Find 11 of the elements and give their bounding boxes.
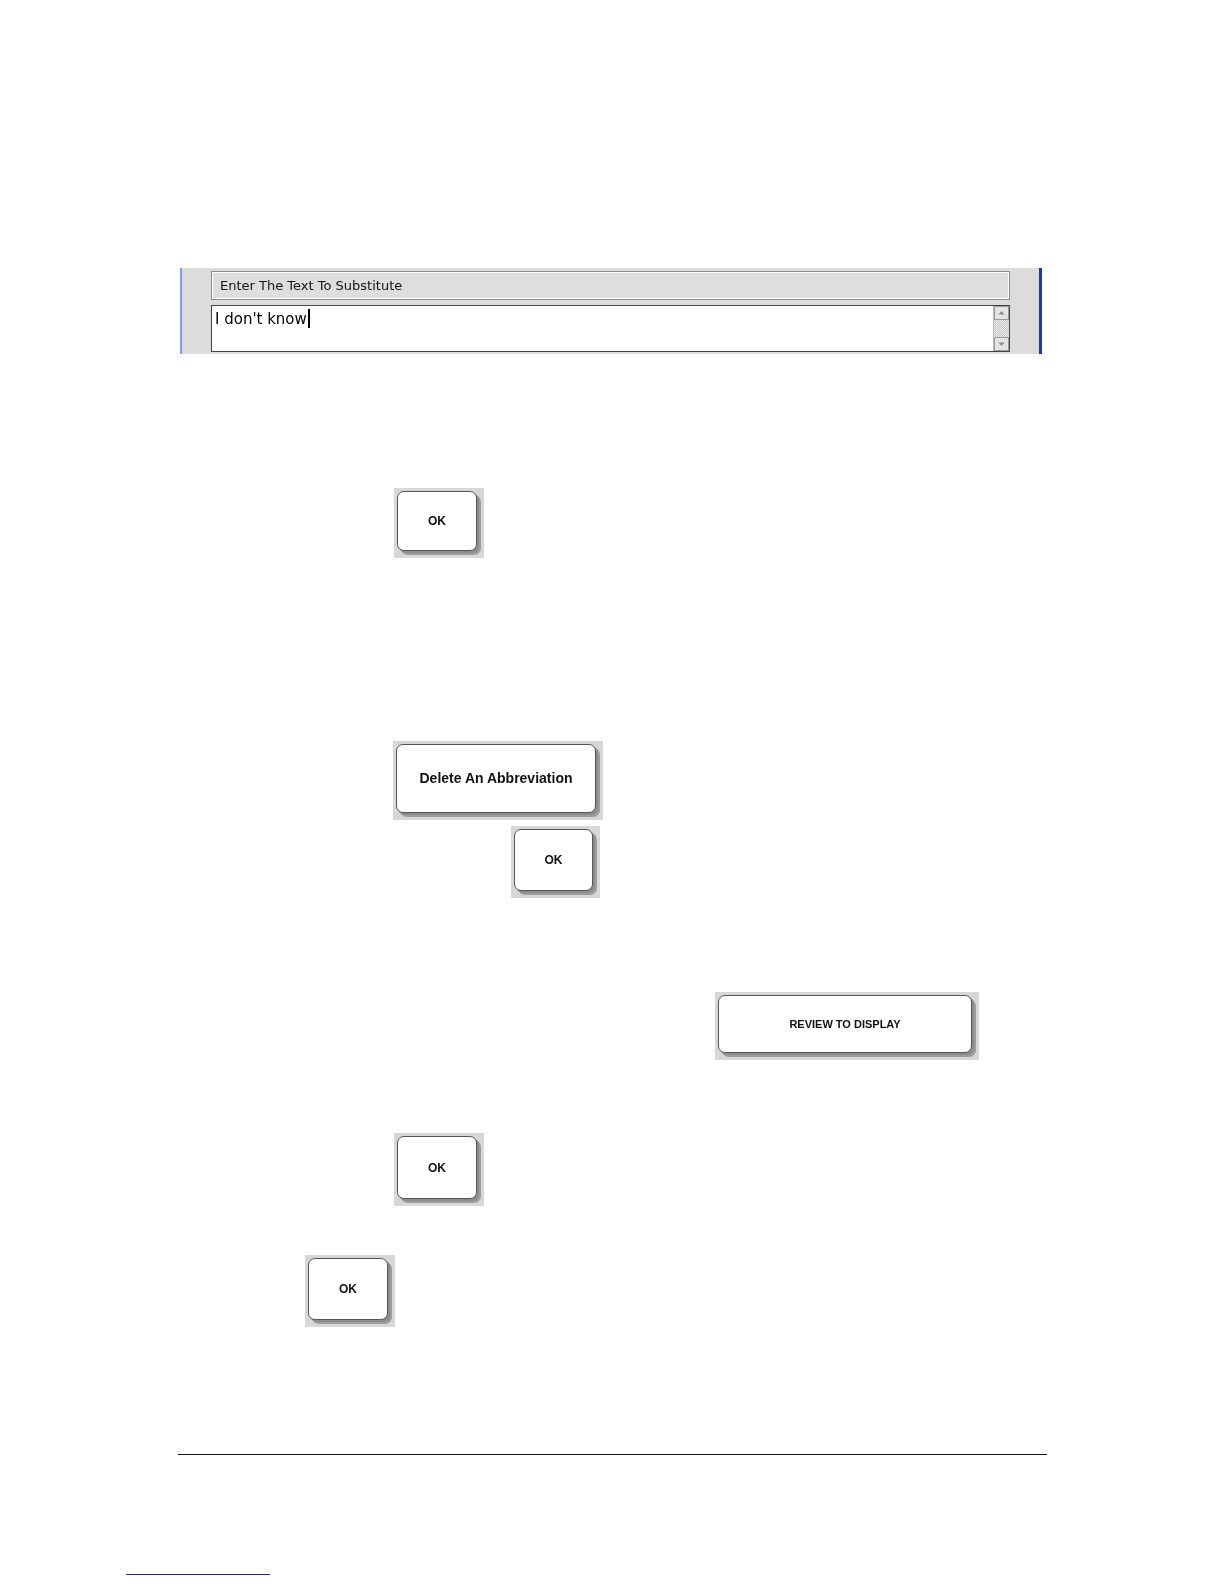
text-area[interactable]: I don't know xyxy=(211,305,1010,352)
scroll-down-icon[interactable] xyxy=(994,337,1009,351)
delete-abbreviation-button[interactable]: Delete An Abbreviation xyxy=(393,741,603,820)
ok-button[interactable]: OK xyxy=(305,1255,395,1327)
scrollbar[interactable] xyxy=(993,306,1009,351)
ok-button[interactable]: OK xyxy=(394,488,484,558)
scroll-up-icon[interactable] xyxy=(994,306,1009,320)
ok-button[interactable]: OK xyxy=(394,1133,484,1206)
field-label: Enter The Text To Substitute xyxy=(211,271,1010,300)
ok-button[interactable]: OK xyxy=(511,826,600,898)
review-to-display-button[interactable]: REVIEW TO DISPLAY xyxy=(715,992,979,1060)
